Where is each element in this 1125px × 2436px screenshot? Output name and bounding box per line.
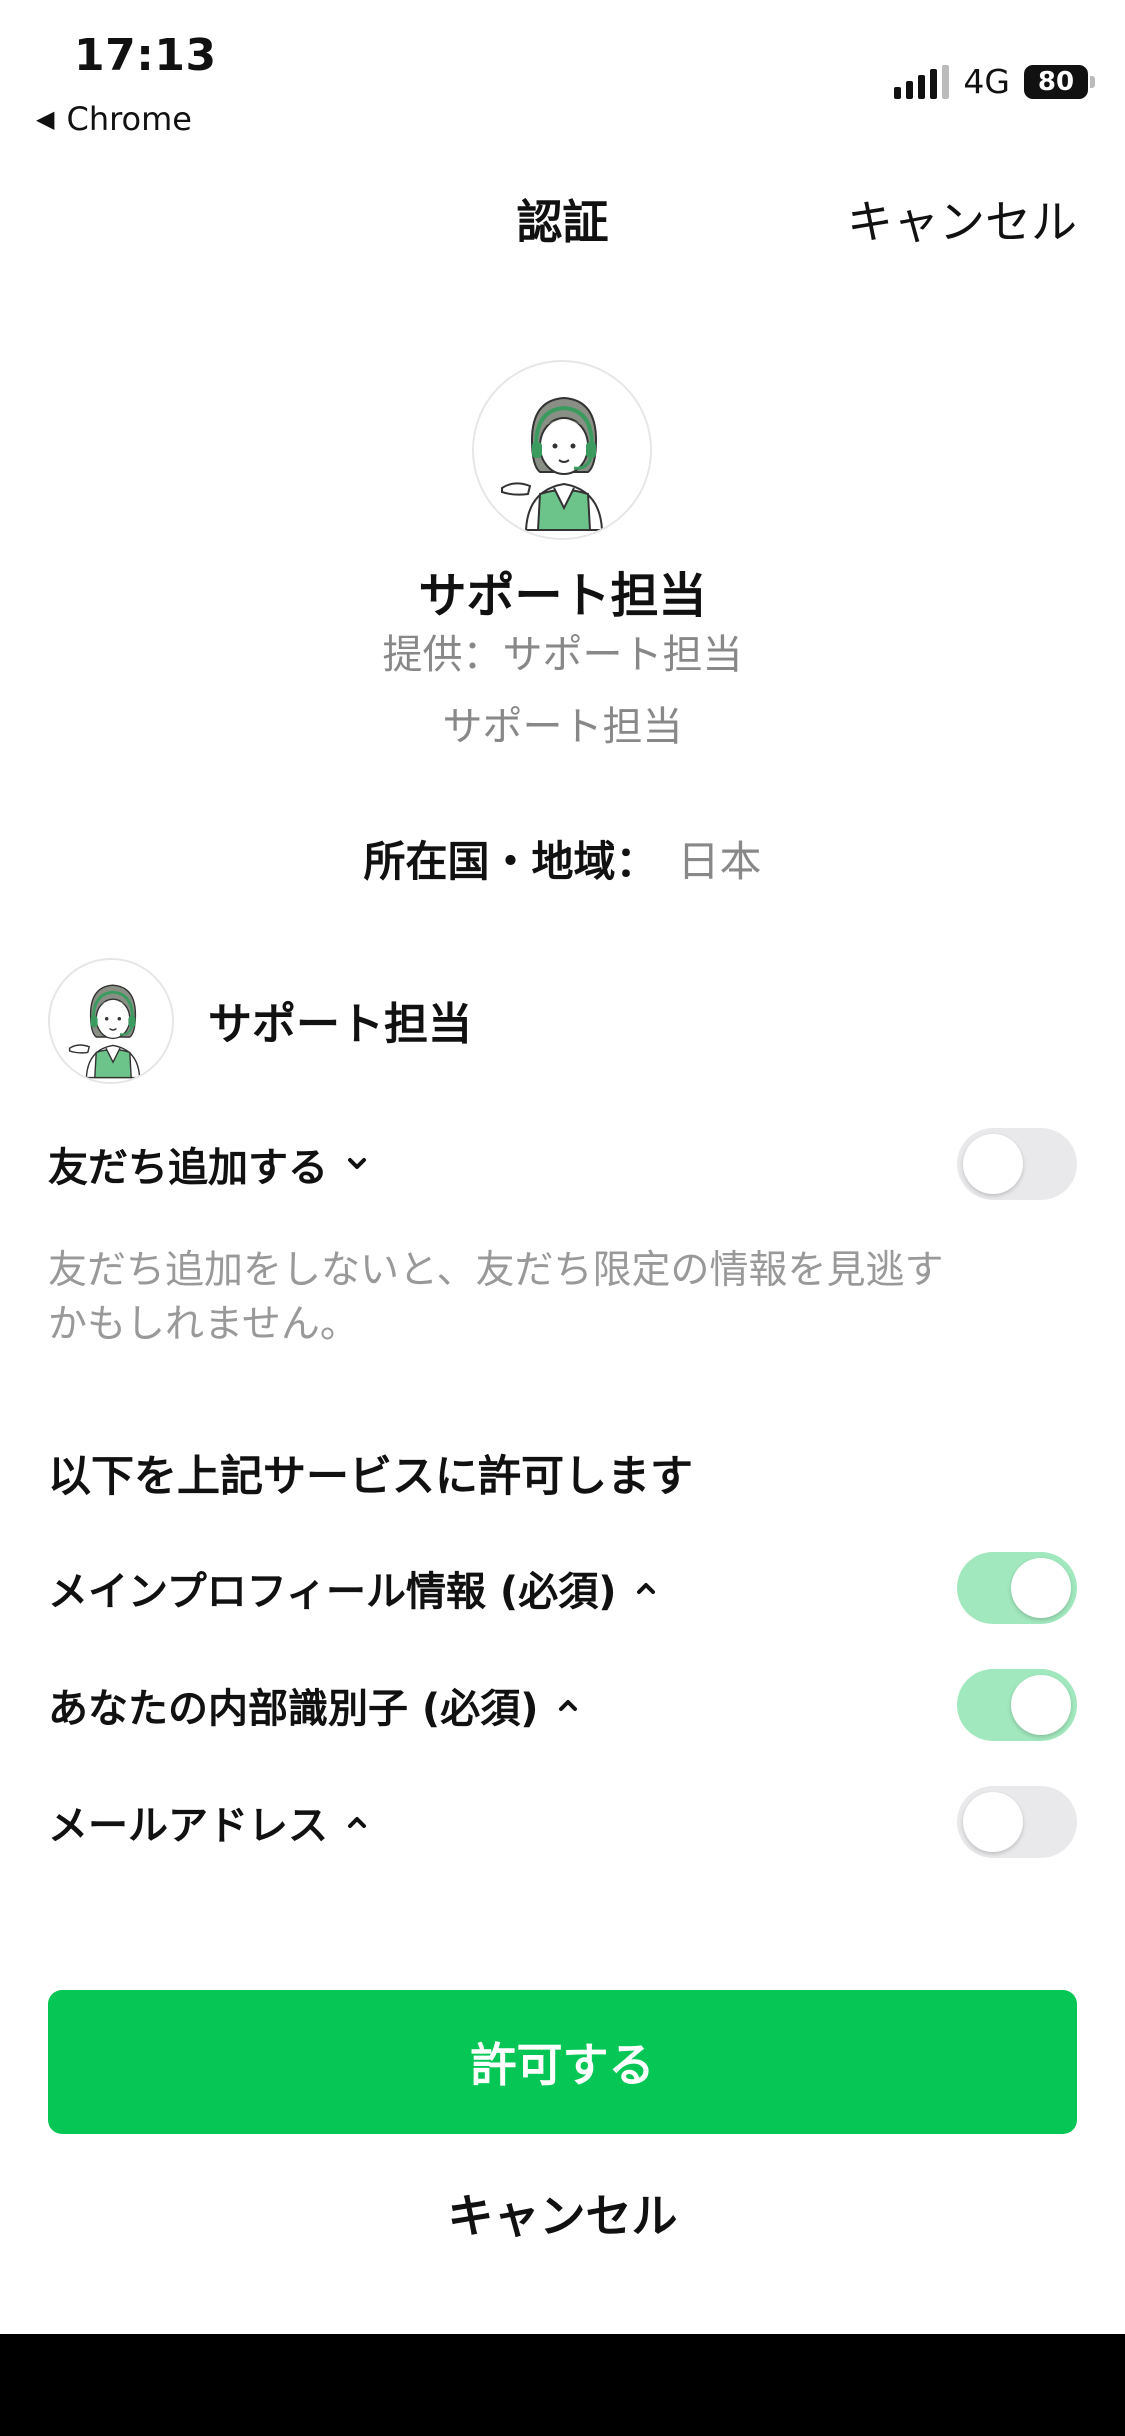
bottom-system-area: [0, 2334, 1125, 2436]
channel-description: サポート担当: [442, 704, 683, 750]
support-agent-avatar-icon: [50, 960, 172, 1082]
region-row: 所在国・地域： 日本: [0, 828, 1125, 889]
cellular-signal-icon: [894, 64, 950, 99]
battery-level: 80: [1024, 64, 1088, 99]
permission-email-expander[interactable]: メールアドレス: [48, 1793, 372, 1851]
support-agent-avatar-icon: [474, 362, 650, 538]
chevron-up-icon: [342, 1807, 372, 1837]
status-time: 17:13: [74, 30, 217, 81]
account-name: サポート担当: [208, 999, 472, 1050]
chevron-up-icon: [553, 1690, 583, 1720]
permissions-heading: 以下を上記サービスに許可します: [48, 1452, 693, 1502]
cancel-button[interactable]: キャンセル: [0, 2180, 1125, 2246]
permission-email-toggle[interactable]: [957, 1786, 1077, 1858]
add-friend-expander[interactable]: 友だち追加する: [48, 1135, 372, 1193]
region-label: 所在国・地域：: [363, 837, 658, 886]
status-indicators: 4G 80: [894, 62, 1095, 101]
add-friend-toggle[interactable]: [957, 1128, 1077, 1200]
permission-internal-id-expander[interactable]: あなたの内部識別子 (必須): [48, 1676, 583, 1734]
network-type: 4G: [963, 62, 1010, 101]
battery-icon: 80: [1024, 64, 1095, 99]
permission-label: メインプロフィール情報 (必須): [48, 1569, 617, 1615]
permission-internal-id-toggle[interactable]: [957, 1669, 1077, 1741]
permission-row-internal-id: あなたの内部識別子 (必須): [48, 1665, 1077, 1745]
permission-main-profile-expander[interactable]: メインプロフィール情報 (必須): [48, 1559, 661, 1617]
region-value: 日本: [677, 837, 762, 886]
permission-row-main-profile: メインプロフィール情報 (必須): [48, 1548, 1077, 1628]
permission-label: あなたの内部識別子 (必須): [48, 1686, 539, 1732]
add-friend-row: 友だち追加する: [48, 1124, 1077, 1204]
chevron-up-icon: [631, 1573, 661, 1603]
permission-label: メールアドレス: [48, 1803, 328, 1849]
add-friend-label: 友だち追加する: [48, 1145, 328, 1191]
permission-main-profile-toggle[interactable]: [957, 1552, 1077, 1624]
back-to-app-link[interactable]: ◀ Chrome: [36, 100, 192, 138]
add-friend-note: 友だち追加をしないと、友だち限定の情報を見逃すかもしれません。: [48, 1248, 944, 1347]
permission-row-email: メールアドレス: [48, 1782, 1077, 1862]
channel-avatar: [472, 360, 652, 540]
channel-name: サポート担当: [418, 568, 707, 624]
allow-button[interactable]: 許可する: [48, 1990, 1077, 2134]
channel-provider: 提供：サポート担当: [382, 632, 743, 678]
back-app-label: Chrome: [66, 100, 192, 138]
chevron-down-icon: [342, 1149, 372, 1179]
back-triangle-icon: ◀: [36, 105, 55, 133]
header-cancel-button[interactable]: キャンセル: [847, 186, 1077, 252]
account-avatar: [48, 958, 174, 1084]
